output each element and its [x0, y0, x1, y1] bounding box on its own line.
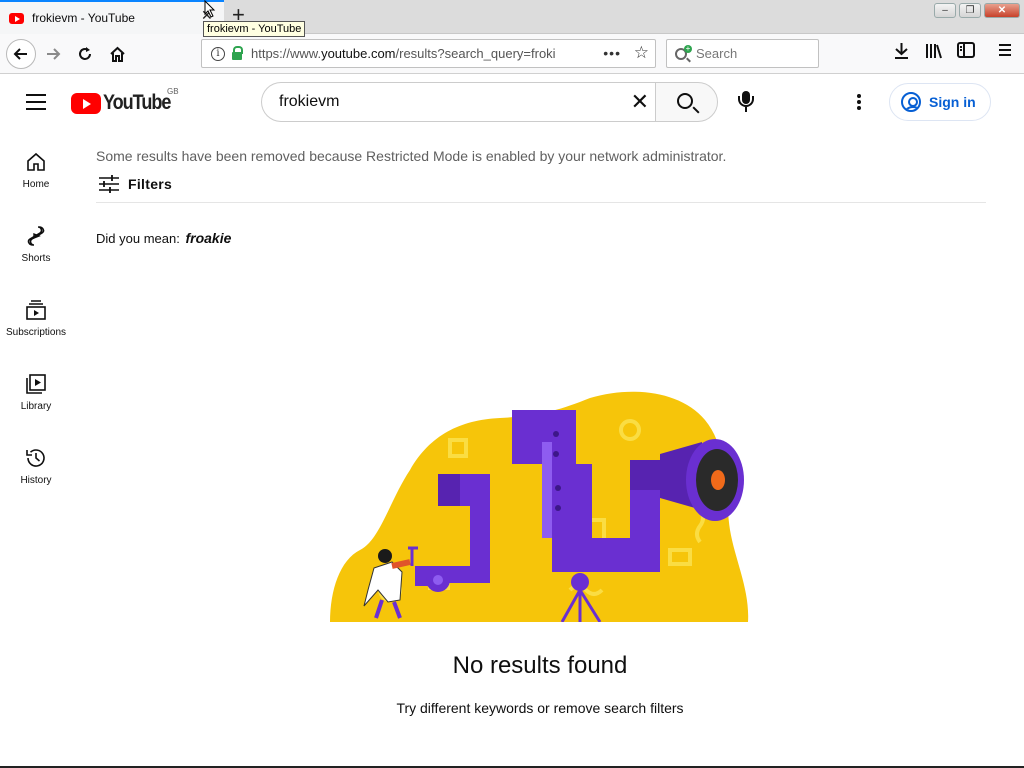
home-icon[interactable] — [104, 41, 130, 67]
sidebar-item-home[interactable]: Home — [0, 140, 72, 212]
search-query-text[interactable]: frokievm — [279, 93, 339, 111]
microphone-icon[interactable] — [736, 91, 756, 113]
account-icon — [901, 92, 921, 112]
filter-sliders-icon — [99, 175, 119, 193]
youtube-logo[interactable]: YouTube GB — [71, 87, 181, 115]
page-actions-icon[interactable]: ••• — [603, 45, 621, 61]
youtube-play-icon — [71, 92, 101, 114]
reload-icon[interactable] — [72, 41, 98, 67]
lock-icon — [232, 45, 243, 60]
settings-more-icon[interactable] — [857, 94, 861, 110]
restore-button[interactable]: ❐ — [959, 3, 981, 18]
browser-tab-bar: frokievm - YouTube ✕ + frokievm - YouTub… — [0, 0, 1024, 37]
results-divider — [96, 202, 986, 203]
filters-button[interactable]: Filters — [98, 174, 172, 194]
sidebar-item-label: Home — [22, 179, 50, 190]
sidebar-item-library[interactable]: Library — [0, 362, 72, 434]
download-icon[interactable] — [893, 42, 910, 65]
url-text[interactable]: https://www.youtube.com/results?search_q… — [251, 46, 569, 61]
bookmark-star-icon[interactable]: ☆ — [634, 43, 649, 63]
subscriptions-icon — [26, 300, 46, 320]
mouse-cursor-icon — [204, 0, 216, 18]
did-you-mean-label: Did you mean: — [96, 231, 180, 246]
library-icon[interactable] — [925, 42, 943, 65]
sidebar-item-label: Subscriptions — [5, 327, 67, 338]
search-icon — [676, 92, 693, 109]
library-icon — [26, 374, 46, 394]
youtube-logo-text: YouTube — [103, 91, 171, 114]
sidebar-item-label: Shorts — [21, 253, 51, 264]
back-arrow-icon[interactable] — [6, 39, 36, 69]
sidebar-item-subscriptions[interactable]: Subscriptions — [0, 288, 72, 360]
did-you-mean: Did you mean: froakie — [96, 230, 231, 246]
sign-in-label: Sign in — [929, 94, 976, 110]
browser-navigation-bar: i https://www.youtube.com/results?search… — [0, 34, 1024, 74]
forward-arrow-icon[interactable] — [40, 41, 66, 67]
history-icon — [26, 449, 45, 467]
sidebar-item-history[interactable]: History — [0, 436, 72, 508]
sign-in-button[interactable]: Sign in — [889, 83, 991, 121]
spelling-suggestion-link[interactable]: froakie — [185, 230, 231, 246]
browser-search-field[interactable]: + Search — [666, 39, 819, 68]
no-results-title: No results found — [452, 652, 628, 679]
search-button[interactable] — [655, 82, 718, 122]
window-controls: – ❐ ✕ — [934, 3, 1020, 18]
tab-title: frokievm - YouTube — [32, 11, 135, 25]
minimize-button[interactable]: – — [934, 3, 956, 18]
hamburger-menu-icon[interactable] — [997, 42, 1013, 63]
browser-search-placeholder: Search — [696, 46, 738, 61]
filters-label: Filters — [128, 176, 173, 192]
country-code: GB — [167, 87, 179, 96]
shorts-icon — [27, 226, 45, 246]
home-icon — [27, 152, 45, 171]
sidebar-item-label: History — [20, 475, 52, 486]
youtube-search-input[interactable]: frokievm ✕ — [261, 82, 655, 122]
browser-tab-active[interactable]: frokievm - YouTube — [0, 0, 224, 34]
youtube-favicon-icon — [9, 12, 24, 24]
youtube-masthead: YouTube GB frokievm ✕ Sign in — [0, 75, 1024, 131]
add-search-engine-icon: + — [684, 44, 692, 53]
site-info-icon[interactable]: i — [211, 46, 225, 61]
sidebar-item-label: Library — [20, 401, 52, 412]
sidebar-item-shorts[interactable]: Shorts — [0, 214, 72, 286]
restricted-mode-notice: Some results have been removed because R… — [96, 148, 727, 164]
no-results-illustration — [330, 391, 749, 622]
close-window-button[interactable]: ✕ — [984, 3, 1020, 18]
sidebar-icon[interactable] — [957, 42, 975, 63]
guide-menu-icon[interactable] — [26, 94, 46, 110]
url-bar[interactable]: i https://www.youtube.com/results?search… — [201, 39, 656, 68]
tab-tooltip: frokievm - YouTube — [203, 21, 306, 37]
no-results-subtitle: Try different keywords or remove search … — [396, 700, 684, 716]
clear-search-icon[interactable]: ✕ — [631, 91, 649, 113]
